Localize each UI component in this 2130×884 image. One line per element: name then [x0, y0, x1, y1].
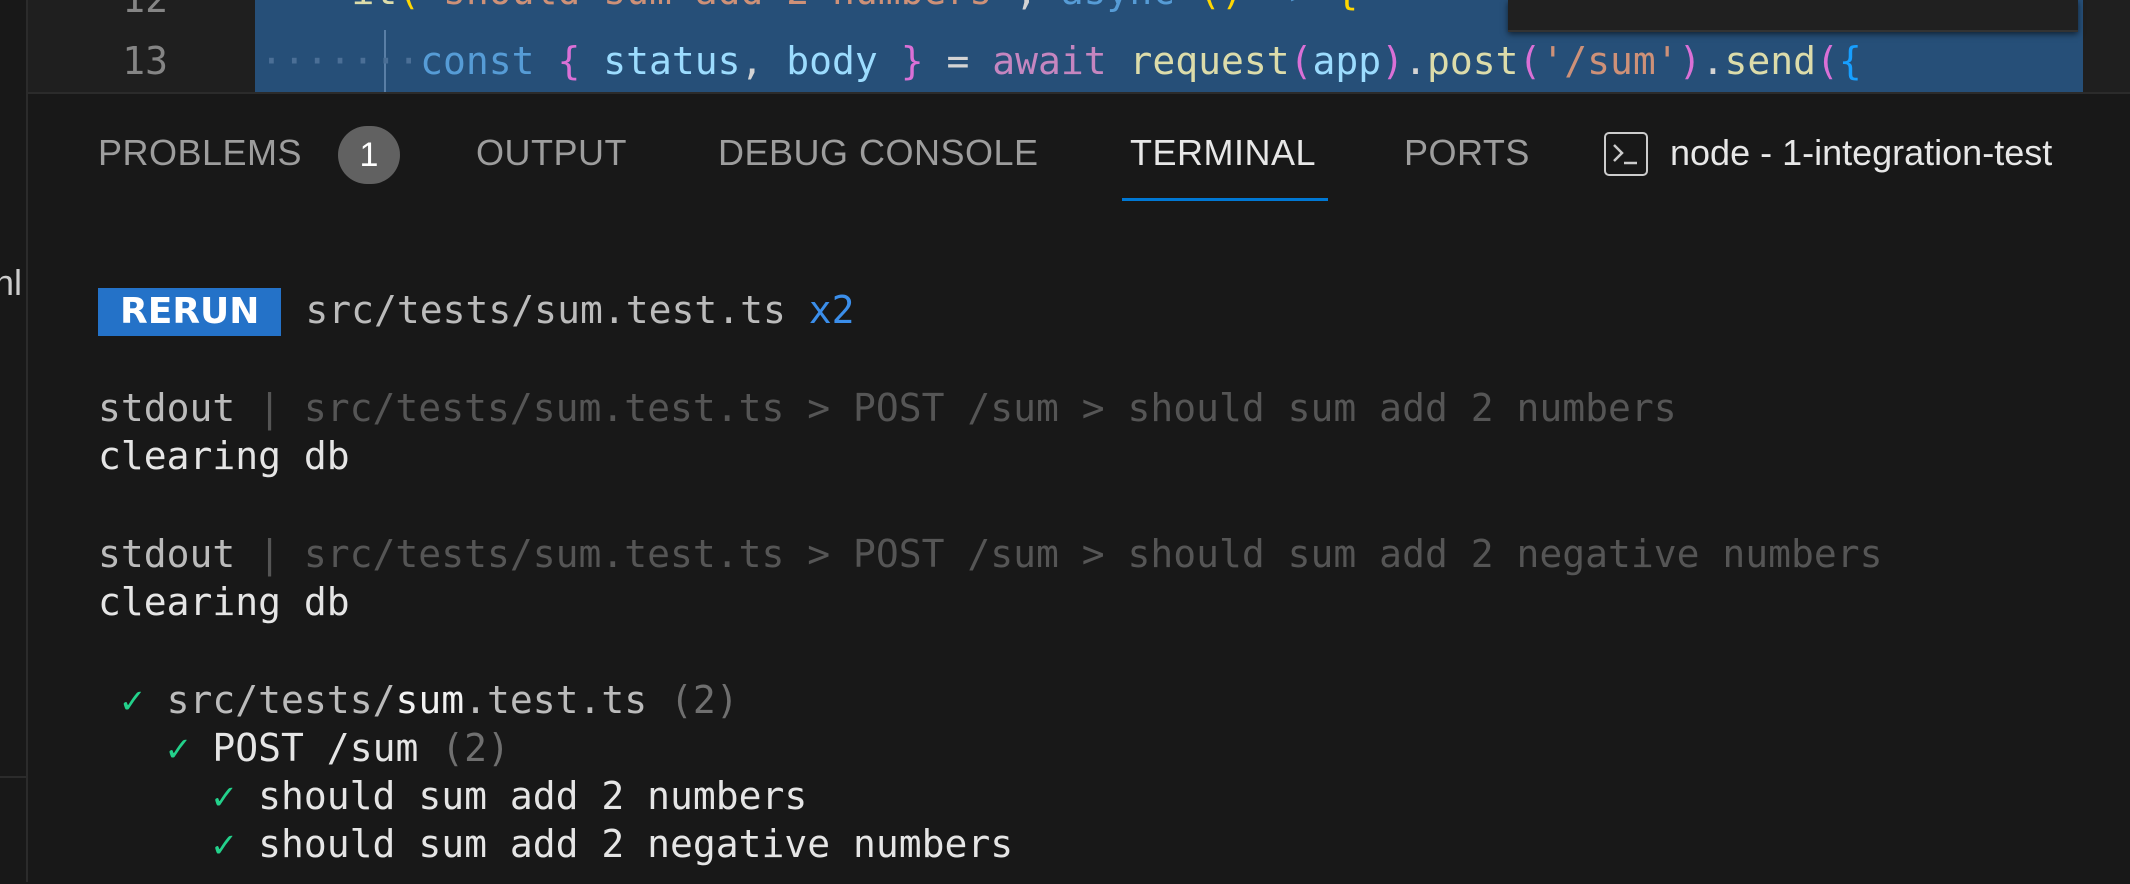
test-name: should sum add 2 numbers [258, 774, 808, 818]
code-token: '/sum' [1541, 39, 1679, 83]
code-token: ( [1289, 39, 1313, 83]
file-prefix: src/tests/ [166, 678, 396, 722]
rerun-file: src/tests/sum.test.ts [305, 288, 786, 332]
rerun-badge: RERUN [98, 288, 282, 336]
code-token: () [1175, 0, 1244, 13]
file-suffix: .test.ts [464, 678, 648, 722]
code-line-12[interactable]: ····it('should sum add 2 numbers', async… [260, 0, 1358, 22]
stdout-text: clearing db [98, 434, 350, 478]
file-name-bold: sum [395, 678, 465, 722]
code-token: ( [1815, 39, 1839, 83]
terminal-icon[interactable] [1604, 132, 1648, 176]
active-tab-indicator [1122, 198, 1328, 201]
activity-edge: nl [0, 0, 28, 882]
code-token: 'should sum add 2 numbers' [420, 0, 1015, 13]
editor-overlay-widget [1508, 0, 2078, 32]
code-token: send [1724, 39, 1816, 83]
code-token: => [1244, 0, 1336, 13]
terminal-prompt-glyph [1613, 144, 1637, 165]
code-token: ) [1381, 39, 1405, 83]
suite-count: (2) [441, 726, 510, 770]
code-editor[interactable]: 12 13 ····it('should sum add 2 numbers',… [28, 0, 2130, 92]
code-token: , [740, 39, 764, 83]
code-token: app [1312, 39, 1382, 83]
tab-terminal[interactable]: TERMINAL [1130, 132, 1316, 174]
whitespace: ··· [351, 39, 421, 83]
code-token: it [352, 0, 398, 13]
stdout-label: stdout [98, 532, 236, 576]
stdout-message: clearing db [98, 578, 350, 626]
code-token: body [786, 39, 878, 83]
code-token: { [1838, 39, 1862, 83]
code-token: { [1335, 0, 1358, 13]
test-file-result: ✓ src/tests/sum.test.ts (2) [98, 676, 739, 724]
code-token: , [1015, 0, 1061, 13]
rerun-count: x2 [808, 288, 855, 332]
code-line-13[interactable]: ·······const { status, body } = await re… [260, 30, 1862, 92]
test-name: should sum add 2 negative numbers [258, 822, 1014, 866]
tab-debug-console[interactable]: DEBUG CONSOLE [718, 132, 1039, 174]
code-token: . [1701, 39, 1725, 83]
panel-tabs: PROBLEMS 1 OUTPUT DEBUG CONSOLE TERMINAL… [28, 94, 2130, 204]
code-token: = [923, 39, 993, 83]
code-token: . [1404, 39, 1427, 83]
code-token: { [557, 39, 581, 83]
problems-count-badge: 1 [338, 126, 400, 184]
code-token: const [420, 39, 535, 83]
pipe: | [235, 532, 304, 576]
tab-ports[interactable]: PORTS [1404, 132, 1530, 174]
stdout-label: stdout [98, 386, 236, 430]
divider [0, 776, 26, 778]
check-icon: ✓ [120, 678, 144, 722]
code-token: ( [397, 0, 420, 13]
stdout-header: stdout | src/tests/sum.test.ts > POST /s… [98, 384, 1677, 432]
code-token: } [900, 39, 924, 83]
suite-name: POST /sum [212, 726, 419, 770]
code-token: status [603, 39, 741, 83]
stdout-message: clearing db [98, 432, 350, 480]
code-token: post [1426, 39, 1519, 83]
file-count: (2) [670, 678, 739, 722]
terminal-instance-name[interactable]: node - 1-integration-test [1670, 132, 2052, 174]
check-icon: ✓ [212, 822, 236, 866]
test-result: ✓ should sum add 2 negative numbers [98, 820, 1013, 868]
code-token: async [1061, 0, 1175, 13]
tab-output[interactable]: OUTPUT [476, 132, 627, 174]
whitespace: ···· [260, 0, 352, 13]
stdout-path: src/tests/sum.test.ts > POST /sum > shou… [303, 532, 1883, 576]
check-icon: ✓ [212, 774, 236, 818]
terminal-output[interactable]: RERUN src/tests/sum.test.ts x2 stdout | s… [98, 94, 1883, 866]
code-token: ) [1678, 39, 1702, 83]
whitespace: ···· [260, 39, 352, 83]
pipe: | [235, 386, 304, 430]
rerun-line: RERUN src/tests/sum.test.ts x2 [98, 286, 855, 336]
test-result: ✓ should sum add 2 numbers [98, 772, 807, 820]
code-token: await [992, 39, 1107, 83]
line-number: 13 [122, 39, 168, 83]
explorer-truncated-text: nl [0, 262, 23, 303]
suite-result: ✓ POST /sum (2) [98, 724, 510, 772]
stdout-text: clearing db [98, 580, 350, 624]
code-token: request [1129, 39, 1290, 83]
bottom-panel: PROBLEMS 1 OUTPUT DEBUG CONSOLE TERMINAL… [28, 92, 2130, 884]
line-number: 12 [28, 0, 168, 30]
stdout-header: stdout | src/tests/sum.test.ts > POST /s… [98, 530, 1883, 578]
stdout-path: src/tests/sum.test.ts > POST /sum > shou… [303, 386, 1677, 430]
code-token: ( [1518, 39, 1542, 83]
check-icon: ✓ [166, 726, 190, 770]
